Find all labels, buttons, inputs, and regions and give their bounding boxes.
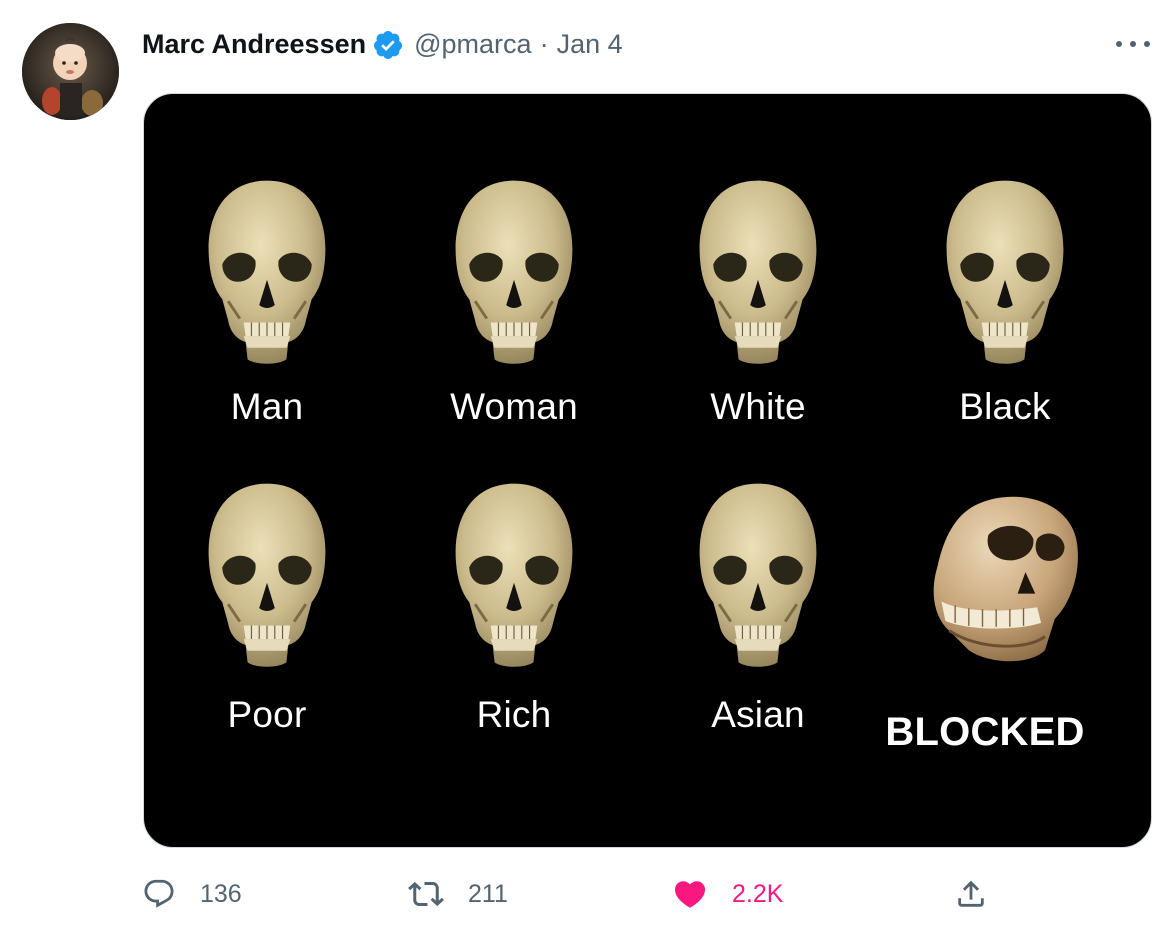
retweet-icon bbox=[408, 881, 444, 907]
skull-icon bbox=[937, 174, 1073, 370]
reply-icon bbox=[144, 879, 174, 908]
skull-icon bbox=[690, 174, 826, 370]
meme-panel-blocked: BLOCKED bbox=[860, 484, 1110, 784]
like-count: 2.2K bbox=[732, 879, 784, 908]
meme-panel-man: Man bbox=[147, 174, 387, 474]
share-icon bbox=[958, 880, 984, 907]
share-button[interactable] bbox=[954, 870, 988, 918]
avatar[interactable] bbox=[22, 23, 119, 120]
heart-icon bbox=[674, 881, 706, 908]
meme-panel-white: White bbox=[638, 174, 878, 474]
retweet-count: 211 bbox=[468, 879, 508, 908]
meme-panel-poor: Poor bbox=[147, 477, 387, 777]
meme-caption-woman: Woman bbox=[450, 386, 578, 427]
meme-panel-woman: Woman bbox=[394, 174, 634, 474]
meme-panel-asian: Asian bbox=[638, 477, 878, 777]
reply-count: 136 bbox=[200, 879, 242, 908]
tweet-header: Marc Andreessen @pmarca · Jan 4 bbox=[142, 24, 623, 64]
skull-icon bbox=[199, 477, 335, 673]
tweet-date[interactable]: Jan 4 bbox=[557, 29, 623, 60]
like-button[interactable]: 2.2K bbox=[672, 870, 783, 918]
meme-caption-rich: Rich bbox=[476, 694, 552, 735]
meme-caption-blocked: BLOCKED bbox=[885, 710, 1085, 754]
more-horizontal-icon[interactable] bbox=[1116, 36, 1150, 52]
skull-icon bbox=[446, 477, 582, 673]
tweet-media-image[interactable]: Man Woman White Black Poor Rich Asian BL… bbox=[143, 93, 1152, 848]
skull-icon bbox=[446, 174, 582, 370]
separator-dot: · bbox=[539, 28, 549, 59]
meme-caption-poor: Poor bbox=[227, 694, 307, 735]
meme-caption-white: White bbox=[710, 386, 806, 427]
meme-caption-asian: Asian bbox=[711, 694, 805, 735]
tweet-action-bar: 136 211 2.2K bbox=[0, 870, 1172, 918]
meme-caption-black: Black bbox=[959, 386, 1051, 427]
reply-button[interactable]: 136 bbox=[142, 870, 242, 918]
author-handle[interactable]: @pmarca bbox=[414, 29, 531, 60]
meme-caption-man: Man bbox=[230, 386, 304, 427]
meme-panel-rich: Rich bbox=[394, 477, 634, 777]
author-display-name[interactable]: Marc Andreessen bbox=[142, 29, 366, 60]
avatar-photo bbox=[22, 23, 119, 120]
verified-badge-icon bbox=[372, 29, 404, 61]
meme-panel-black: Black bbox=[885, 174, 1125, 474]
skull-icon bbox=[690, 477, 826, 673]
ape-skull-icon bbox=[920, 484, 1086, 670]
skull-icon bbox=[199, 174, 335, 370]
retweet-button[interactable]: 211 bbox=[408, 870, 508, 918]
